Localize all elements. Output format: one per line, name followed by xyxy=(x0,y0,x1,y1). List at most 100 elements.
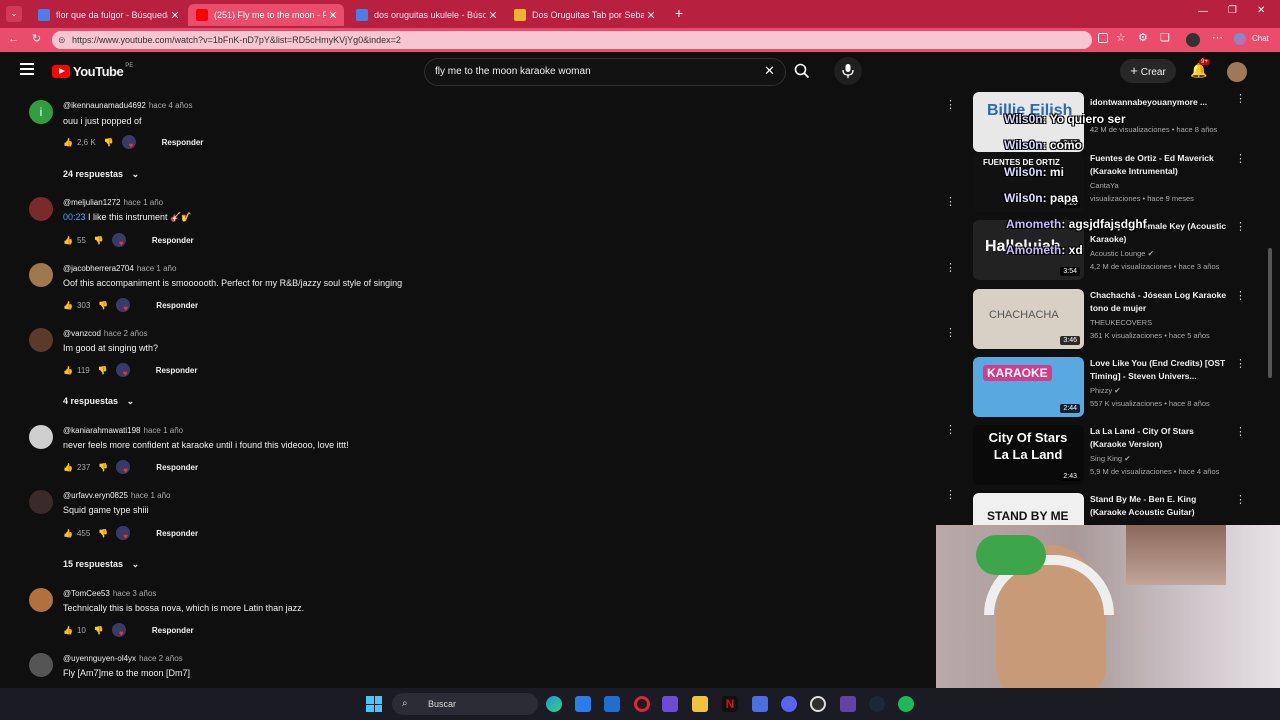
like-icon[interactable]: 👍 xyxy=(63,138,73,147)
video-thumbnail[interactable]: STAND BY ME xyxy=(973,493,1084,525)
avatar[interactable]: i xyxy=(29,100,53,124)
video-more-icon[interactable]: ⋮ xyxy=(1235,493,1246,506)
comment-more-icon[interactable]: ⋮ xyxy=(945,488,956,501)
video-more-icon[interactable]: ⋮ xyxy=(1235,152,1246,165)
app-icon[interactable] xyxy=(662,696,678,712)
channel-label[interactable]: Phizzy xyxy=(1090,386,1112,395)
author-handle[interactable]: @jacobherrera2704 xyxy=(63,264,134,273)
clear-search-icon[interactable]: ✕ xyxy=(764,63,775,79)
channel-name[interactable]: THEUKECOVERS xyxy=(1090,318,1152,327)
author-handle[interactable]: @meljulian1272 xyxy=(63,198,121,207)
video-thumbnail[interactable]: City Of Stars La La Land 2:43 xyxy=(973,425,1084,485)
recommended-video[interactable]: CHACHACHA 3:46 Chachachá - Jósean Log Ka… xyxy=(973,289,1255,351)
close-window-icon[interactable]: ✕ xyxy=(1257,5,1265,16)
reply-button[interactable]: Responder xyxy=(156,463,198,472)
new-tab-button[interactable]: + xyxy=(670,4,688,22)
comment-more-icon[interactable]: ⋮ xyxy=(945,326,956,339)
comment-author[interactable]: @urfavv.eryn0825 hace 1 año xyxy=(63,491,171,500)
youtube-logo[interactable]: YouTube PE xyxy=(52,63,133,79)
video-more-icon[interactable]: ⋮ xyxy=(1235,92,1246,105)
replies-label[interactable]: 15 respuestas xyxy=(63,559,123,569)
channel-name[interactable]: Acoustic Lounge ✔ xyxy=(1090,249,1154,258)
refresh-icon[interactable]: ↻ xyxy=(32,32,41,45)
replies-label[interactable]: 24 respuestas xyxy=(63,169,123,179)
video-title[interactable]: La La Land - City Of Stars (Karaoke Vers… xyxy=(1090,425,1230,451)
video-thumbnail[interactable]: KARAOKE 2:44 xyxy=(973,357,1084,417)
close-tab-icon[interactable]: ✕ xyxy=(644,9,658,22)
replies-toggle[interactable]: 15 respuestas ⌄ xyxy=(63,559,139,570)
settings-icon[interactable]: ⚙ xyxy=(1138,31,1148,44)
dislike-icon[interactable]: 👎 xyxy=(94,626,104,635)
comment-author[interactable]: @vanzcod hace 2 años xyxy=(63,329,148,338)
recommended-video[interactable]: KARAOKE 2:44 Love Like You (End Credits)… xyxy=(973,357,1255,419)
video-title[interactable]: Stand By Me - Ben E. King (Karaoke Acous… xyxy=(1090,493,1230,519)
author-handle[interactable]: @ikennaunamadu4692 xyxy=(63,101,146,110)
comment-author[interactable]: @meljulian1272 hace 1 año xyxy=(63,198,163,207)
steam-icon[interactable] xyxy=(869,696,885,712)
sidebar-scrollbar[interactable] xyxy=(1268,248,1272,378)
restore-icon[interactable]: ❐ xyxy=(1228,5,1237,16)
close-tab-icon[interactable]: ✕ xyxy=(168,9,182,22)
tab-youtube-fly-me[interactable]: (251) Fly me to the moon - Frank S ✕ xyxy=(188,4,344,26)
replies-toggle[interactable]: 24 respuestas ⌄ xyxy=(63,169,139,180)
comment-author[interactable]: @kaniarahmawati198 hace 1 año xyxy=(63,426,183,435)
copilot-icon[interactable] xyxy=(1234,33,1246,45)
tab-flor-busqueda[interactable]: flor que da fulgor - Búsqueda ✕ xyxy=(30,4,186,26)
dislike-icon[interactable]: 👎 xyxy=(98,301,108,310)
netflix-icon[interactable]: N xyxy=(722,696,738,712)
voice-search-button[interactable] xyxy=(834,57,862,85)
reply-button[interactable]: Responder xyxy=(152,626,194,635)
minimize-icon[interactable]: — xyxy=(1198,6,1208,17)
recommended-video[interactable]: City Of Stars La La Land 2:43 La La Land… xyxy=(973,425,1255,487)
account-avatar[interactable] xyxy=(1227,62,1247,82)
windows-start-icon[interactable] xyxy=(366,696,382,712)
channel-name[interactable]: CantaYa xyxy=(1090,181,1119,190)
url-field[interactable]: ⊜ https://www.youtube.com/watch?v=1bFnK-… xyxy=(52,31,1092,49)
mail-icon[interactable] xyxy=(604,696,620,712)
comment-author[interactable]: @uyennguyen-ol4yx hace 2 años xyxy=(63,654,183,663)
video-title[interactable]: Chachachá - Jósean Log Karaoke tono de m… xyxy=(1090,289,1230,315)
like-icon[interactable]: 👍 xyxy=(63,529,73,538)
author-handle[interactable]: @urfavv.eryn0825 xyxy=(63,491,128,500)
comment-more-icon[interactable]: ⋮ xyxy=(945,195,956,208)
reply-button[interactable]: Responder xyxy=(152,236,194,245)
dislike-icon[interactable]: 👎 xyxy=(98,463,108,472)
search-input[interactable]: fly me to the moon karaoke woman xyxy=(435,66,591,77)
tab-menu-icon[interactable]: ⌄ xyxy=(6,6,22,22)
extensions-icon[interactable] xyxy=(1098,33,1108,43)
comment-author[interactable]: @TomCee53 hace 3 años xyxy=(63,589,156,598)
replies-toggle[interactable]: 4 respuestas ⌄ xyxy=(63,396,134,407)
avatar[interactable] xyxy=(29,653,53,677)
avatar[interactable] xyxy=(29,490,53,514)
author-handle[interactable]: @TomCee53 xyxy=(63,589,110,598)
chat-app-icon[interactable] xyxy=(752,696,768,712)
reply-button[interactable]: Responder xyxy=(156,301,198,310)
video-more-icon[interactable]: ⋮ xyxy=(1235,289,1246,302)
store-icon[interactable] xyxy=(575,696,591,712)
author-handle[interactable]: @vanzcod xyxy=(63,329,101,338)
channel-name[interactable]: Sing King ✔ xyxy=(1090,454,1131,463)
collections-icon[interactable]: ❏ xyxy=(1160,31,1170,44)
discord-icon[interactable] xyxy=(781,696,797,712)
video-thumbnail[interactable]: CHACHACHA 3:46 xyxy=(973,289,1084,349)
taskbar-search[interactable]: ⌕ Buscar xyxy=(392,693,538,715)
comment-more-icon[interactable]: ⋮ xyxy=(945,261,956,274)
video-more-icon[interactable]: ⋮ xyxy=(1235,357,1246,370)
video-more-icon[interactable]: ⋮ xyxy=(1235,220,1246,233)
search-box[interactable]: fly me to the moon karaoke woman xyxy=(424,58,786,86)
favorite-star-icon[interactable]: ☆ xyxy=(1116,31,1126,44)
author-handle[interactable]: @uyennguyen-ol4yx xyxy=(63,654,136,663)
like-icon[interactable]: 👍 xyxy=(63,463,73,472)
reply-button[interactable]: Responder xyxy=(156,529,198,538)
like-icon[interactable]: 👍 xyxy=(63,301,73,310)
avatar[interactable] xyxy=(29,263,53,287)
replies-label[interactable]: 4 respuestas xyxy=(63,396,118,406)
recommended-video[interactable]: STAND BY ME Stand By Me - Ben E. King (K… xyxy=(973,493,1255,525)
dislike-icon[interactable]: 👎 xyxy=(94,236,104,245)
edge-icon[interactable] xyxy=(546,696,562,712)
channel-label[interactable]: Sing King xyxy=(1090,454,1122,463)
avatar[interactable] xyxy=(29,425,53,449)
close-tab-icon[interactable]: ✕ xyxy=(326,9,340,22)
folder-icon[interactable] xyxy=(692,696,708,712)
channel-name[interactable]: Phizzy ✔ xyxy=(1090,386,1120,395)
